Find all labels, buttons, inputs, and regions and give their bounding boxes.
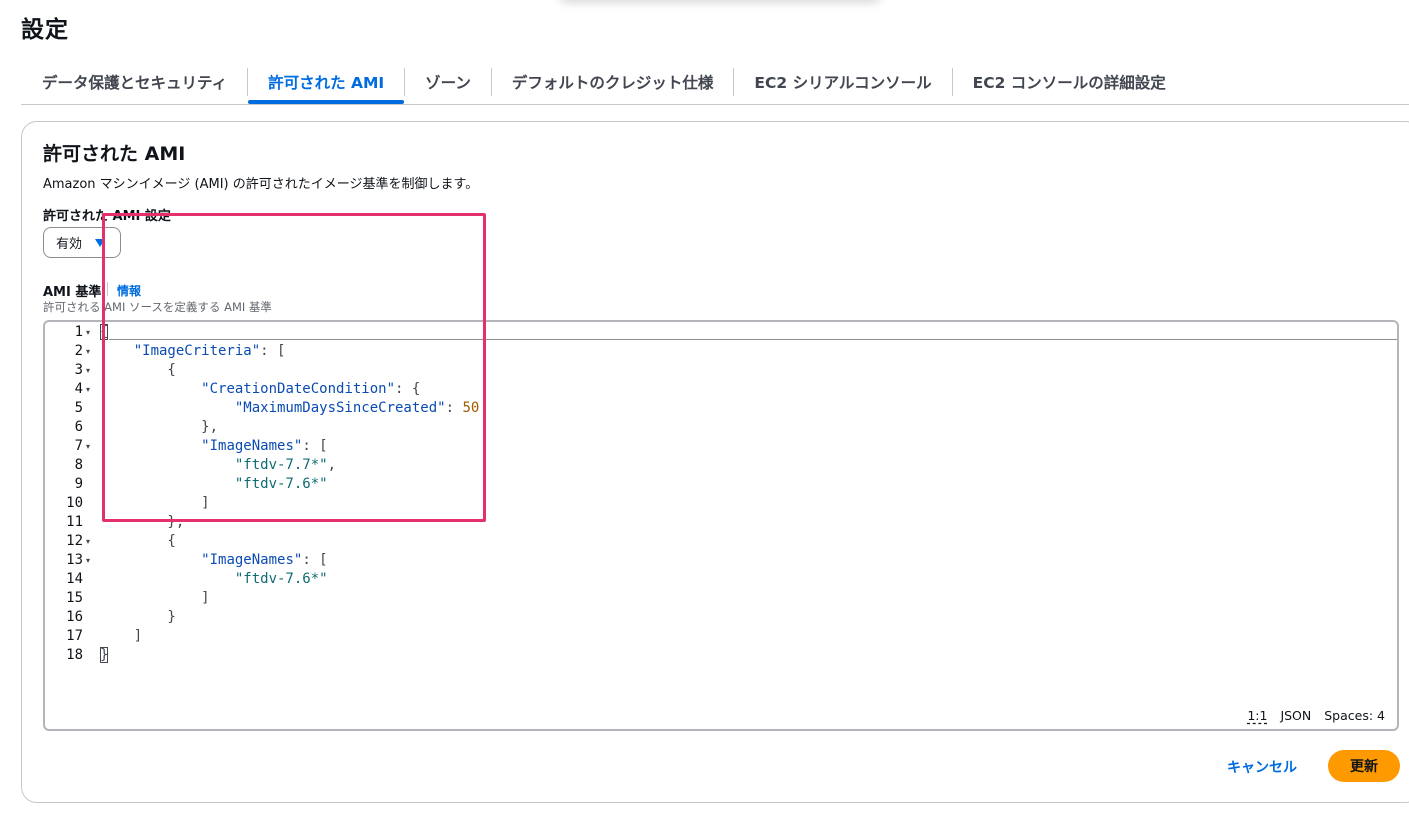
panel-description: Amazon マシンイメージ (AMI) の許可されたイメージ基準を制御します。 xyxy=(43,177,479,192)
cursor-position[interactable]: 1:1 xyxy=(1247,708,1267,723)
code-text: { xyxy=(100,324,109,340)
line-number: 3 xyxy=(74,362,83,378)
code-line: 7 ▾ "ImageNames": [ xyxy=(45,437,1395,456)
code-text: { xyxy=(100,533,176,549)
code-text: "ftdv-7.6*" xyxy=(234,571,328,587)
line-number: 15 xyxy=(66,590,83,606)
code-line: 4 ▾ "CreationDateCondition": { xyxy=(45,380,1395,399)
line-number: 10 xyxy=(66,495,83,511)
editor-language: JSON xyxy=(1280,708,1312,723)
code-line: 13 ▾ "ImageNames": [ xyxy=(45,551,1395,570)
code-line: 12 ▾ { xyxy=(45,532,1395,551)
allowed-ami-setting-label: 許可された AMI 設定 xyxy=(43,209,171,224)
editor-indentation: Spaces: 4 xyxy=(1324,708,1385,723)
code-text: "ImageCriteria": [ xyxy=(133,343,286,359)
code-text: }, xyxy=(100,514,185,530)
editor-status-bar: 1:1 JSON Spaces: 4 xyxy=(1247,708,1385,723)
settings-tabs: データ保護とセキュリティ 許可された AMI ゾーン デフォルトのクレジット仕様… xyxy=(21,60,1409,105)
code-text: "ftdv-7.6*" xyxy=(234,476,328,492)
code-line: 17 ] xyxy=(45,627,1395,646)
code-line: 16 } xyxy=(45,608,1395,627)
line-number: 2 xyxy=(74,343,83,359)
code-line: 1 ▾ { xyxy=(45,323,1395,342)
tab-zones[interactable]: ゾーン xyxy=(405,60,491,104)
line-number: 11 xyxy=(66,514,83,530)
line-number: 6 xyxy=(74,419,83,435)
code-text: } xyxy=(100,609,176,625)
code-line: 15 ] xyxy=(45,589,1395,608)
tab-data-protection[interactable]: データ保護とセキュリティ xyxy=(21,60,247,104)
allowed-ami-panel: 許可された AMI Amazon マシンイメージ (AMI) の許可されたイメー… xyxy=(21,121,1409,803)
code-line: 2 ▾ "ImageCriteria": [ xyxy=(45,342,1395,361)
panel-title: 許可された AMI xyxy=(43,143,186,165)
ami-criteria-label: AMI 基準 xyxy=(43,285,102,300)
code-line: 9 "ftdv-7.6*" xyxy=(45,475,1395,494)
fold-toggle-icon[interactable]: ▾ xyxy=(86,380,90,399)
info-link[interactable]: 情報 xyxy=(117,282,141,299)
line-number: 18 xyxy=(66,647,83,663)
fold-toggle-icon[interactable]: ▾ xyxy=(86,361,90,380)
line-number: 8 xyxy=(74,457,83,473)
code-text: "ImageNames": [ xyxy=(201,438,328,454)
allowed-ami-setting-select[interactable]: 有効 xyxy=(43,227,121,258)
code-text: { xyxy=(100,362,176,378)
line-number: 1 xyxy=(74,324,83,340)
code-line: 6 }, xyxy=(45,418,1395,437)
fold-toggle-icon[interactable]: ▾ xyxy=(86,551,90,570)
ami-criteria-description: 許可される AMI ソースを定義する AMI 基準 xyxy=(43,300,272,314)
tab-default-credit[interactable]: デフォルトのクレジット仕様 xyxy=(492,60,734,104)
fold-toggle-icon[interactable]: ▾ xyxy=(86,323,90,342)
code-line: 8 "ftdv-7.7*", xyxy=(45,456,1395,475)
line-number: 14 xyxy=(66,571,83,587)
cancel-button[interactable]: キャンセル xyxy=(1227,757,1297,777)
line-number: 16 xyxy=(66,609,83,625)
json-code-editor[interactable]: 1 ▾{2 ▾ "ImageCriteria": [3 ▾ {4 ▾ "Creation… xyxy=(43,320,1399,731)
update-button[interactable]: 更新 xyxy=(1328,750,1400,782)
line-number: 13 xyxy=(66,552,83,568)
label-divider xyxy=(107,282,108,296)
fold-toggle-icon[interactable]: ▾ xyxy=(86,342,90,361)
code-line: 3 ▾ { xyxy=(45,361,1395,380)
line-number: 4 xyxy=(74,381,83,397)
code-text: }, xyxy=(100,419,219,435)
code-text: "MaximumDaysSinceCreated": 50 xyxy=(234,400,480,416)
code-text: "ftdv-7.7*", xyxy=(234,457,337,473)
code-line: 11 }, xyxy=(45,513,1395,532)
line-number: 17 xyxy=(66,628,83,644)
line-number: 9 xyxy=(74,476,83,492)
fold-toggle-icon[interactable]: ▾ xyxy=(86,532,90,551)
code-line: 14 "ftdv-7.6*" xyxy=(45,570,1395,589)
caret-down-icon xyxy=(95,239,105,247)
line-number: 7 xyxy=(74,438,83,454)
code-text: "CreationDateCondition": { xyxy=(201,381,421,397)
code-text: ] xyxy=(100,495,210,511)
code-lines: 1 ▾{2 ▾ "ImageCriteria": [3 ▾ {4 ▾ "Creation… xyxy=(45,323,1395,665)
select-value: 有効 xyxy=(56,237,83,252)
code-text: } xyxy=(100,647,109,663)
tab-allowed-ami[interactable]: 許可された AMI xyxy=(248,60,405,104)
fold-toggle-icon[interactable]: ▾ xyxy=(86,437,90,456)
line-number: 12 xyxy=(66,533,83,549)
code-text: ] xyxy=(100,628,143,644)
tab-ec2-serial-console[interactable]: EC2 シリアルコンソール xyxy=(734,60,951,104)
page-title: 設定 xyxy=(21,17,69,43)
code-line: 18} xyxy=(45,646,1395,665)
code-text: ] xyxy=(100,590,210,606)
code-line: 5 "MaximumDaysSinceCreated": 50 xyxy=(45,399,1395,418)
tab-ec2-console-preferences[interactable]: EC2 コンソールの詳細設定 xyxy=(953,60,1186,104)
code-text: "ImageNames": [ xyxy=(201,552,328,568)
line-number: 5 xyxy=(74,400,83,416)
code-line: 10 ] xyxy=(45,494,1395,513)
